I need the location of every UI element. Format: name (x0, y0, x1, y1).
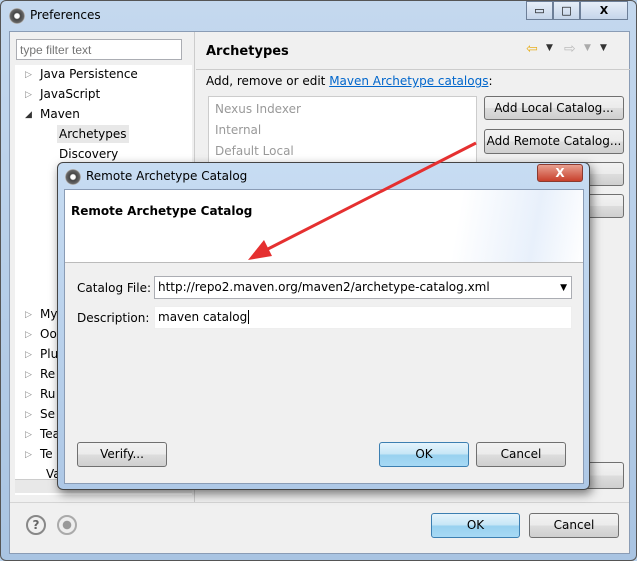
red-annotation-arrow (248, 141, 477, 260)
arrow-head (248, 240, 272, 260)
arrow-shaft (261, 141, 477, 254)
